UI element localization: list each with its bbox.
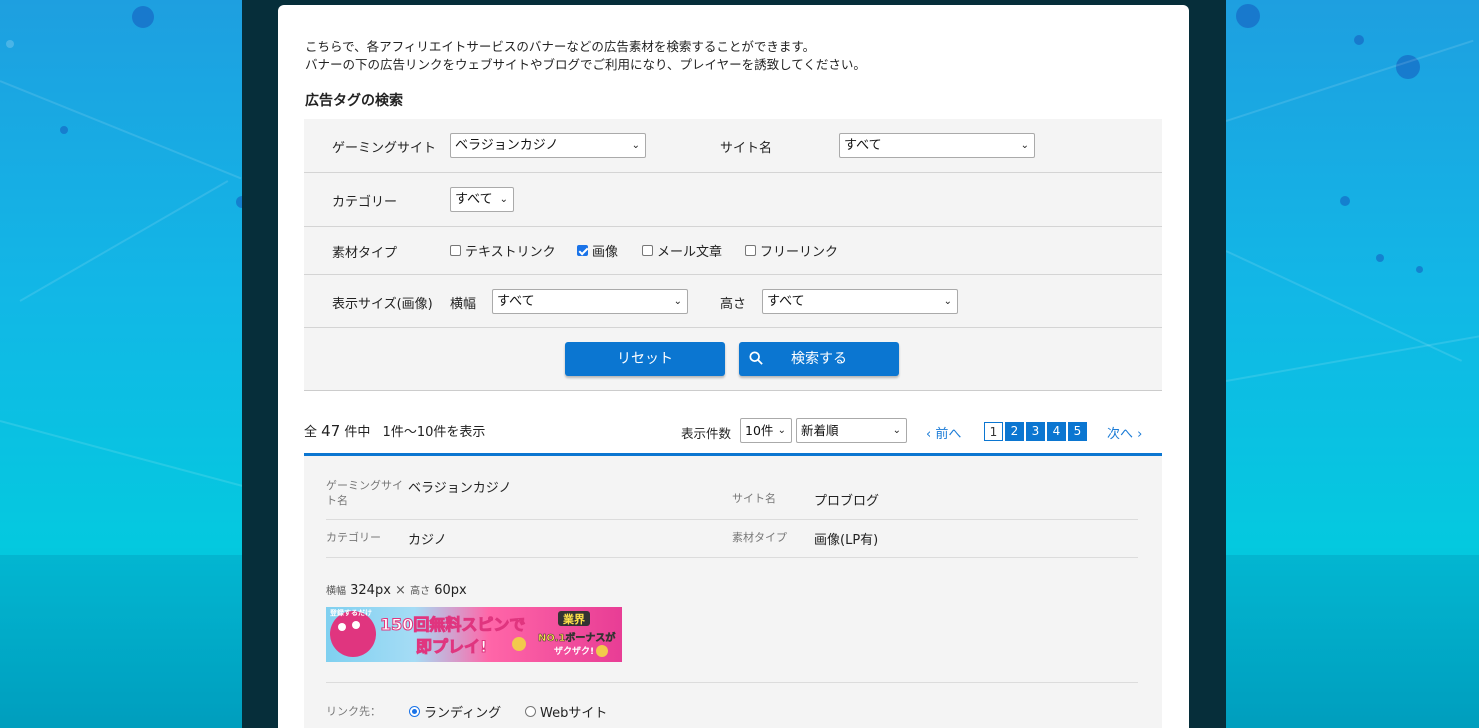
row-material-type: 素材タイプ テキストリンク 画像 メール文章 フリーリンク: [304, 227, 1162, 275]
page-5[interactable]: 5: [1068, 422, 1087, 441]
page-3[interactable]: 3: [1026, 422, 1045, 441]
chevron-left-icon: ‹: [926, 427, 932, 442]
checkbox-icon: [745, 245, 756, 256]
chevron-down-icon: ⌄: [673, 296, 682, 307]
width-label: 横幅: [450, 297, 477, 312]
radio-selected-icon: [409, 706, 420, 717]
main-card: こちらで、各アフィリエイトサービスのバナーなどの広告素材を検索することができます…: [278, 5, 1189, 728]
chevron-down-icon: ⌄: [943, 296, 952, 307]
item-site-name-value: プロブログ: [814, 494, 880, 509]
material-type-label: 素材タイプ: [332, 246, 398, 261]
checkbox-checked-icon: [577, 245, 588, 256]
page-4[interactable]: 4: [1047, 422, 1066, 441]
height-select[interactable]: すべて ⌄: [762, 289, 958, 314]
item-material-type-label: 素材タイプ: [732, 531, 787, 544]
width-select[interactable]: すべて ⌄: [492, 289, 688, 314]
search-icon: [749, 351, 763, 365]
per-page-select[interactable]: 10件 ⌄: [740, 418, 792, 443]
chevron-right-icon: ›: [1137, 427, 1143, 442]
row-display-size: 表示サイズ(画像) 横幅 すべて ⌄ 高さ すべて ⌄: [304, 275, 1162, 328]
row-gaming-site: ゲーミングサイト ベラジョンカジノ ⌄ サイト名 すべて ⌄: [304, 119, 1162, 173]
radio-website[interactable]: Webサイト: [525, 702, 607, 721]
gaming-site-select[interactable]: ベラジョンカジノ ⌄: [450, 133, 646, 158]
height-label: 高さ: [720, 297, 747, 312]
result-item: ゲーミングサイト名 ベラジョンカジノ サイト名 プロブログ カテゴリー カジノ …: [304, 453, 1162, 728]
checkbox-mail-text[interactable]: メール文章: [642, 241, 722, 260]
item-gaming-site-label: ゲーミングサイト名: [326, 479, 403, 507]
reset-button[interactable]: リセット: [565, 342, 725, 376]
radio-icon: [525, 706, 536, 717]
checkbox-icon: [642, 245, 653, 256]
category-label: カテゴリー: [332, 195, 398, 210]
search-panel: ゲーミングサイト ベラジョンカジノ ⌄ サイト名 すべて ⌄ カテゴリー すべて…: [304, 119, 1162, 391]
row-category: カテゴリー すべて ⌄: [304, 173, 1162, 227]
results-count: 全 47 件中 1件～10件を表示: [304, 422, 486, 440]
page-1[interactable]: 1: [984, 422, 1003, 441]
checkbox-image[interactable]: 画像: [577, 241, 618, 260]
radio-landing[interactable]: ランディング: [409, 702, 501, 721]
per-page-label: 表示件数: [681, 426, 732, 441]
site-name-label: サイト名: [720, 141, 773, 156]
site-name-select[interactable]: すべて ⌄: [839, 133, 1035, 158]
checkbox-free-link[interactable]: フリーリンク: [745, 241, 838, 260]
link-target-label: リンク先：: [326, 705, 381, 718]
category-select[interactable]: すべて ⌄: [450, 187, 514, 212]
item-size: 横幅 324px × 高さ 60px: [326, 583, 467, 598]
intro-text: こちらで、各アフィリエイトサービスのバナーなどの広告素材を検索することができます…: [305, 39, 866, 72]
background-right: [1226, 0, 1479, 728]
chevron-down-icon: ⌄: [1020, 140, 1029, 151]
item-gaming-site-value: ベラジョンカジノ: [408, 481, 512, 496]
search-button[interactable]: 検索する: [739, 342, 899, 376]
item-material-type-value: 画像(LP有): [814, 533, 879, 548]
pager-next-link[interactable]: 次へ ›: [1107, 423, 1142, 442]
item-category-value: カジノ: [408, 533, 447, 548]
checkbox-text-link[interactable]: テキストリンク: [450, 241, 556, 260]
chevron-down-icon: ⌄: [631, 140, 640, 151]
pager-prev-link[interactable]: ‹ 前へ: [926, 423, 961, 442]
page-2[interactable]: 2: [1005, 422, 1024, 441]
gaming-site-label: ゲーミングサイト: [332, 141, 437, 156]
checkbox-icon: [450, 245, 461, 256]
chevron-down-icon: ⌄: [777, 425, 786, 436]
sort-select[interactable]: 新着順 ⌄: [796, 418, 907, 443]
chevron-down-icon: ⌄: [892, 425, 901, 436]
item-site-name-label: サイト名: [732, 492, 776, 505]
item-category-label: カテゴリー: [326, 531, 381, 544]
section-title: 広告タグの検索: [305, 93, 403, 109]
banner-image[interactable]: 登録するだけ 150回無料スピンで 即プレイ! 業界 NO.1ボーナスが ザクザ…: [326, 607, 622, 662]
chevron-down-icon: ⌄: [499, 194, 508, 205]
display-size-label: 表示サイズ(画像): [332, 297, 433, 312]
background-left: [0, 0, 242, 728]
